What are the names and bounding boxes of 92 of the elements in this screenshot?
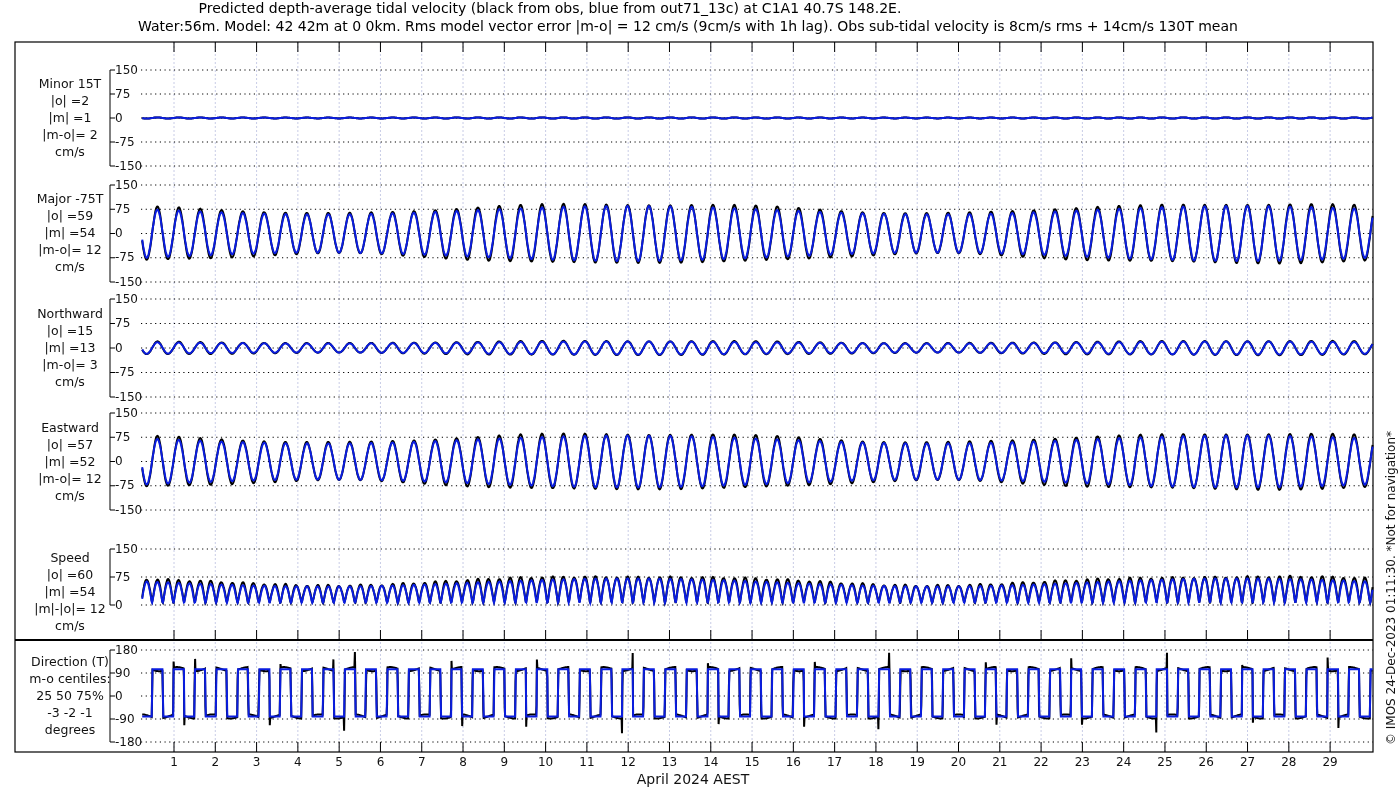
x-tick-label: 12 [620, 755, 636, 769]
y-tick-label: -180 [115, 734, 143, 749]
panel-label: |m|-|o|= 12 [34, 600, 106, 616]
panel-label: |m| =1 [48, 109, 92, 125]
y-tick-label: 150 [115, 291, 138, 306]
x-tick-label: 14 [703, 755, 719, 769]
x-tick-label: 19 [909, 755, 925, 769]
y-tick-label: -75 [115, 478, 135, 493]
x-tick-label: 3 [252, 755, 261, 769]
panel-label: cm/s [55, 143, 85, 159]
x-tick-label: 18 [868, 755, 884, 769]
y-tick-label: 0 [115, 688, 123, 703]
x-tick-label: 7 [417, 755, 426, 769]
y-tick-label: 0 [115, 226, 123, 240]
panel-label: Northward [37, 305, 103, 321]
panel-label: Major -75T [36, 190, 104, 206]
x-tick-label: 28 [1281, 755, 1297, 769]
panel-label: |m| =54 [44, 224, 96, 240]
y-tick-label: 75 [115, 201, 131, 216]
panel-label: |o| =15 [46, 322, 94, 338]
y-tick-label: -150 [115, 158, 143, 173]
panel-label: |o| =59 [46, 207, 94, 223]
x-tick-label: 17 [827, 755, 843, 769]
x-tick-label: 24 [1116, 755, 1132, 769]
x-tick-label: 16 [785, 755, 801, 769]
x-tick-label: 10 [537, 755, 554, 769]
panel-label: 25 50 75% [36, 687, 104, 703]
x-axis-label: April 2024 AEST [636, 771, 750, 787]
panel-label: Speed [50, 549, 90, 565]
x-tick-label: 1 [170, 755, 178, 769]
panel-label: |o| =60 [46, 566, 94, 582]
y-tick-label: 150 [115, 405, 138, 420]
x-tick-label: 13 [661, 755, 678, 769]
y-tick-label: -75 [115, 365, 135, 379]
x-tick-label: 8 [459, 755, 467, 769]
panel-label: cm/s [55, 258, 85, 274]
y-tick-label: 75 [115, 86, 131, 101]
panel-label: |m-o|= 2 [42, 126, 98, 142]
panel-label: |o| =2 [50, 92, 90, 108]
y-tick-label: -75 [115, 250, 135, 265]
x-tick-label: 23 [1074, 755, 1090, 769]
x-tick-label: 6 [376, 755, 385, 769]
x-tick-label: 26 [1198, 755, 1214, 769]
y-tick-label: 75 [115, 316, 131, 330]
x-tick-label: 22 [1033, 755, 1049, 769]
chart-title: Water:56m. Model: 42 42m at 0 0km. Rms model vector error |m-o| = 12 cm/s (9cm/s with 1h lag). Obs sub-tidal velocity is 8cm/s rms + 14cm/s 130T mean [138, 18, 1238, 34]
panel-label: |m-o|= 12 [38, 470, 102, 486]
x-tick-label: 25 [1157, 755, 1173, 769]
y-tick-label: 0 [115, 454, 123, 468]
x-tick-label: 29 [1322, 755, 1338, 769]
panel-label: |o| =57 [46, 436, 94, 452]
panel-label: degrees [44, 721, 96, 737]
y-tick-label: -150 [115, 274, 143, 289]
panel-label: cm/s [55, 487, 85, 503]
chart-title: Predicted depth-average tidal velocity (black from obs, blue from out71_13c) at C1A1 40.7S 148.2E. [198, 0, 902, 16]
y-tick-label: 180 [115, 642, 138, 657]
panel-label: cm/s [55, 617, 85, 633]
panel-label: |m| =52 [44, 453, 96, 469]
x-tick-label: 21 [992, 755, 1008, 769]
x-tick-label: 9 [500, 755, 509, 769]
x-tick-label: 2 [211, 755, 220, 769]
y-tick-label: 90 [115, 665, 131, 680]
y-axis [109, 548, 116, 606]
panel-label: Minor 15T [38, 75, 102, 91]
panel-label: |m-o|= 12 [38, 241, 102, 257]
y-tick-label: 0 [115, 340, 123, 355]
x-tick-label: 27 [1239, 755, 1256, 769]
y-tick-label: 0 [115, 597, 123, 612]
panel-label: cm/s [55, 373, 85, 389]
y-tick-label: 0 [115, 110, 123, 125]
y-tick-label: 75 [115, 429, 131, 444]
y-tick-label: 150 [115, 541, 138, 556]
panel-label: m-o centiles: [29, 670, 111, 686]
panel-label: |m| =13 [44, 339, 96, 355]
y-tick-label: -90 [115, 711, 135, 726]
y-tick-label: 75 [115, 569, 131, 584]
x-tick-label: 5 [335, 755, 343, 769]
y-tick-label: -75 [115, 134, 135, 149]
y-tick-label: 150 [115, 177, 138, 192]
copyright-notice: © IMOS 24-Dec-2023 01:11:30. *Not for navigation* [1383, 430, 1398, 746]
panel-label: Eastward [41, 419, 99, 435]
y-tick-label: 150 [115, 62, 138, 77]
panel-label: Direction (T) [31, 653, 109, 669]
y-tick-label: -150 [115, 389, 143, 404]
x-tick-label: 15 [744, 755, 760, 769]
y-tick-label: -150 [115, 502, 143, 517]
panel-label: |m| =54 [44, 583, 96, 599]
x-tick-label: 20 [950, 755, 967, 769]
x-tick-label: 11 [579, 755, 595, 769]
x-tick-label: 4 [294, 755, 302, 769]
panel-label: |m-o|= 3 [42, 356, 98, 372]
panel-label: -3 -2 -1 [47, 704, 93, 720]
